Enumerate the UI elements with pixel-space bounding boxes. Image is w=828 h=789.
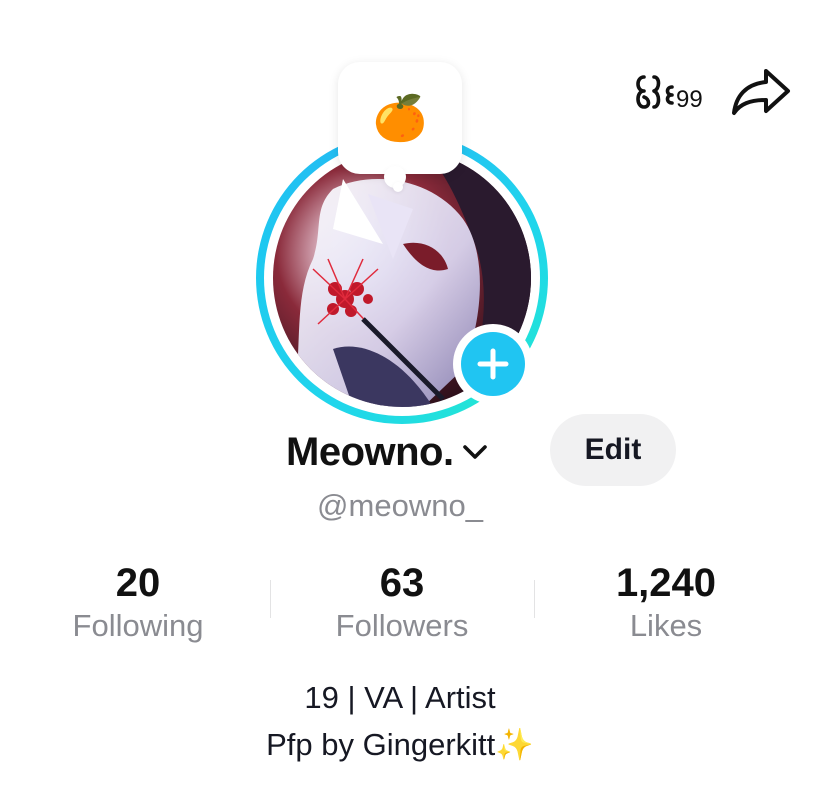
followers-label: Followers xyxy=(335,608,469,643)
bio-line-2: Pfp by Gingerkitt✨ xyxy=(0,726,800,763)
sparkles-icon: ✨ xyxy=(495,727,534,762)
followers-count: 63 xyxy=(379,561,425,605)
add-story-badge xyxy=(461,332,525,396)
likes-count: 1,240 xyxy=(615,561,717,605)
creator-tools-icon: 99 xyxy=(636,75,703,113)
add-story-button[interactable] xyxy=(453,324,533,404)
bio-line-1: 19 | VA | Artist xyxy=(304,680,496,715)
edit-profile-button[interactable]: Edit xyxy=(550,414,676,486)
display-name: Meowno. xyxy=(286,429,454,474)
share-button[interactable] xyxy=(726,62,796,122)
plus-icon xyxy=(477,348,509,380)
creator-tools-button[interactable]: 99 xyxy=(630,62,714,122)
note-tail-dot xyxy=(393,182,403,192)
profile-page: 99 🍊 Meowno. Edit @meowno_ 20 Following … xyxy=(0,0,828,789)
stat-likes[interactable]: 1,240 Likes xyxy=(556,560,776,646)
stat-divider xyxy=(270,580,271,618)
share-arrow-icon xyxy=(732,69,790,115)
stat-following[interactable]: 20 Following xyxy=(28,560,248,646)
following-count: 20 xyxy=(115,561,161,605)
profile-note[interactable]: 🍊 xyxy=(338,62,462,174)
svg-text:99: 99 xyxy=(676,86,703,113)
following-label: Following xyxy=(72,608,204,643)
note-emoji: 🍊 xyxy=(372,94,428,143)
stat-divider xyxy=(534,580,535,618)
bio-text: Pfp by Gingerkitt xyxy=(266,727,496,762)
account-switcher[interactable]: Meowno. xyxy=(286,424,488,480)
username: @meowno_ xyxy=(317,488,483,523)
likes-label: Likes xyxy=(629,608,703,643)
stat-followers[interactable]: 63 Followers xyxy=(292,560,512,646)
chevron-down-icon xyxy=(462,443,488,461)
